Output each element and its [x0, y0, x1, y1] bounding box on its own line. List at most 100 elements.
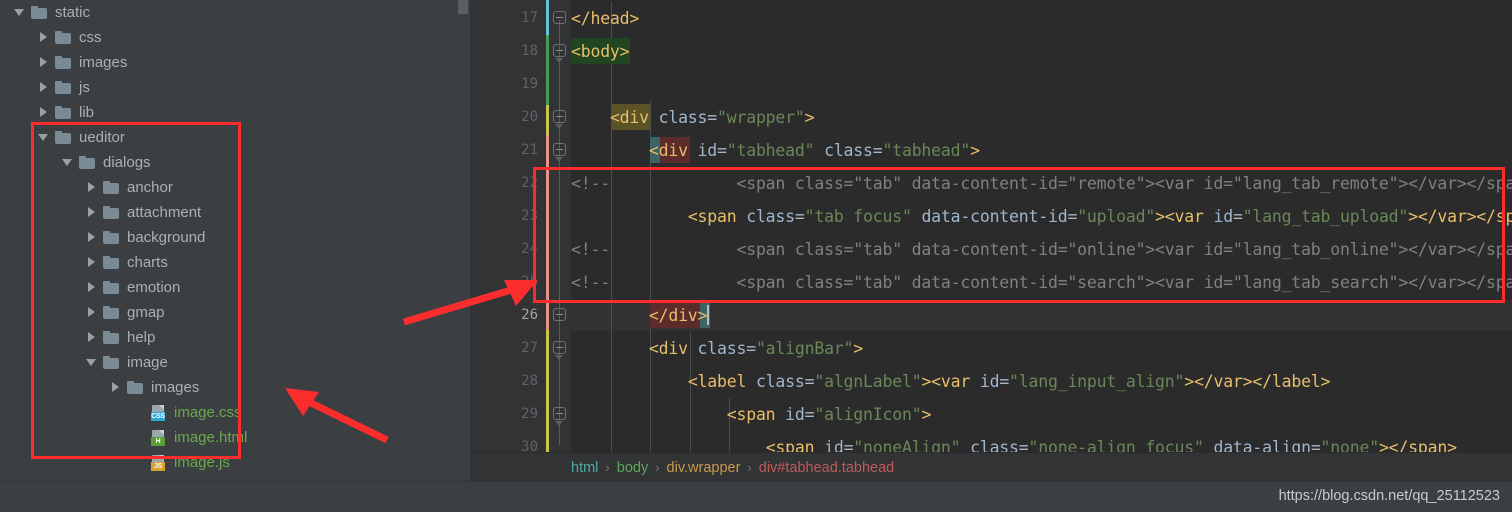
code-line[interactable]: <div class="wrapper"> — [571, 101, 815, 134]
code-line[interactable]: <span class="tab focus" data-content-id=… — [571, 200, 1512, 233]
chevron-right-icon[interactable] — [38, 57, 49, 68]
tree-item-emotion[interactable]: emotion — [0, 275, 470, 300]
tree-item-help[interactable]: help — [0, 325, 470, 350]
tree-item-label: image.js — [174, 454, 230, 471]
fold-collapse-icon[interactable] — [553, 143, 566, 156]
fold-arrow-icon — [555, 124, 563, 129]
chevron-right-icon[interactable] — [86, 182, 97, 193]
line-number: 22 — [521, 175, 538, 191]
folder-icon — [103, 281, 119, 294]
fold-arrow-icon — [555, 355, 563, 360]
chevron-right-icon[interactable] — [86, 232, 97, 243]
tree-item-label: image.css — [174, 404, 242, 421]
tree-item-label: js — [79, 79, 90, 96]
folder-icon — [103, 181, 119, 194]
tree-item-label: dialogs — [103, 154, 151, 171]
fold-collapse-icon[interactable] — [553, 308, 566, 321]
tree-item-js[interactable]: js — [0, 75, 470, 100]
tree-item-charts[interactable]: charts — [0, 250, 470, 275]
folder-icon — [55, 81, 71, 94]
tree-item-anchor[interactable]: anchor — [0, 175, 470, 200]
code-line[interactable]: <!-- <span class="tab" data-content-id="… — [571, 167, 1512, 200]
code-line[interactable]: <!-- <span class="tab" data-content-id="… — [571, 266, 1512, 299]
code-folding-column[interactable] — [549, 0, 571, 482]
fold-collapse-icon[interactable] — [553, 44, 566, 57]
tree-item-background[interactable]: background — [0, 225, 470, 250]
folder-icon — [127, 381, 143, 394]
chevron-right-icon[interactable] — [86, 257, 97, 268]
chevron-down-icon[interactable] — [38, 132, 49, 143]
fold-collapse-icon[interactable] — [553, 407, 566, 420]
folder-icon — [103, 356, 119, 369]
chevron-right-icon[interactable] — [110, 382, 121, 393]
line-number: 27 — [521, 340, 538, 356]
line-number: 26 — [521, 307, 538, 323]
watermark-url: https://blog.csdn.net/qq_25112523 — [1278, 488, 1500, 504]
code-editor-panel[interactable]: 17 18 19 20 21 22 23 24 25 26 27 28 29 30 </head> <bod… — [470, 0, 1512, 512]
code-line[interactable]: </head> — [571, 2, 639, 35]
file-css-icon: CSS — [151, 404, 166, 421]
code-line[interactable]: <body> — [571, 35, 630, 68]
folder-icon — [55, 106, 71, 119]
tree-item-css[interactable]: css — [0, 25, 470, 50]
fold-arrow-icon — [555, 157, 563, 162]
sidebar-scrollbar-thumb[interactable] — [458, 0, 468, 14]
tree-item-label: charts — [127, 254, 168, 271]
code-line[interactable]: <!-- <span class="tab" data-content-id="… — [571, 233, 1512, 266]
current-line-highlight — [571, 300, 1512, 331]
code-line[interactable]: <span id="alignIcon"> — [571, 398, 932, 431]
code-line[interactable]: <div id="tabhead" class="tabhead"> — [571, 134, 980, 167]
chevron-right-icon[interactable] — [86, 307, 97, 318]
fold-collapse-icon[interactable] — [553, 110, 566, 123]
breadcrumb-item[interactable]: body — [617, 460, 648, 476]
line-number: 24 — [521, 241, 538, 257]
breadcrumb[interactable]: html › body › div.wrapper › div#tabhead.tabhea… — [470, 452, 1512, 482]
fold-collapse-icon[interactable] — [553, 11, 566, 24]
tree-item-image-html[interactable]: Himage.html — [0, 425, 470, 450]
chevron-down-icon[interactable] — [86, 357, 97, 368]
folder-icon — [55, 31, 71, 44]
tree-item-image[interactable]: image — [0, 350, 470, 375]
chevron-down-icon[interactable] — [62, 157, 73, 168]
chevron-right-icon[interactable] — [38, 32, 49, 43]
folder-icon — [55, 131, 71, 144]
tree-item-ueditor[interactable]: ueditor — [0, 125, 470, 150]
chevron-right-icon[interactable] — [38, 107, 49, 118]
breadcrumb-separator-icon: › — [747, 460, 752, 475]
code-line[interactable]: <div class="alignBar"> — [571, 332, 863, 365]
tree-item-label: image — [127, 354, 168, 371]
tree-item-images[interactable]: images — [0, 50, 470, 75]
line-number: 18 — [521, 43, 538, 59]
tree-item-static[interactable]: static — [0, 0, 470, 25]
tree-item-label: help — [127, 329, 156, 346]
chevron-right-icon[interactable] — [86, 332, 97, 343]
folder-icon — [55, 56, 71, 69]
chevron-right-icon[interactable] — [86, 207, 97, 218]
fold-collapse-icon[interactable] — [553, 341, 566, 354]
text-caret — [707, 305, 710, 325]
folder-icon — [103, 231, 119, 244]
line-number: 20 — [521, 109, 538, 125]
breadcrumb-item[interactable]: div#tabhead.tabhead — [759, 460, 894, 476]
breadcrumb-item[interactable]: div.wrapper — [667, 460, 741, 476]
code-text-area[interactable]: </head> <body> <div class="wrapper"> <div… — [571, 0, 1512, 482]
chevron-right-icon[interactable] — [86, 282, 97, 293]
tree-item-attachment[interactable]: attachment — [0, 200, 470, 225]
project-tree-panel[interactable]: static css images js lib ueditor dialogs anchor… — [0, 0, 470, 512]
chevron-down-icon[interactable] — [14, 7, 25, 18]
sidebar-footer — [0, 482, 470, 512]
code-line[interactable]: </div> — [571, 299, 710, 332]
tree-item-gmap[interactable]: gmap — [0, 300, 470, 325]
tree-item-image-css[interactable]: CSS image.css — [0, 400, 470, 425]
breadcrumb-item[interactable]: html — [571, 460, 598, 476]
folder-icon — [103, 206, 119, 219]
tree-item-image-js[interactable]: JS image.js — [0, 450, 470, 475]
tree-item-images[interactable]: images — [0, 375, 470, 400]
tree-item-lib[interactable]: lib — [0, 100, 470, 125]
tree-item-dialogs[interactable]: dialogs — [0, 150, 470, 175]
code-line[interactable]: <label class="algnLabel"><var id="lang_i… — [571, 365, 1331, 398]
chevron-right-icon[interactable] — [38, 82, 49, 93]
editor-gutter[interactable]: 17 18 19 20 21 22 23 24 25 26 27 28 29 30 — [470, 0, 546, 482]
tree-item-label: css — [79, 29, 102, 46]
